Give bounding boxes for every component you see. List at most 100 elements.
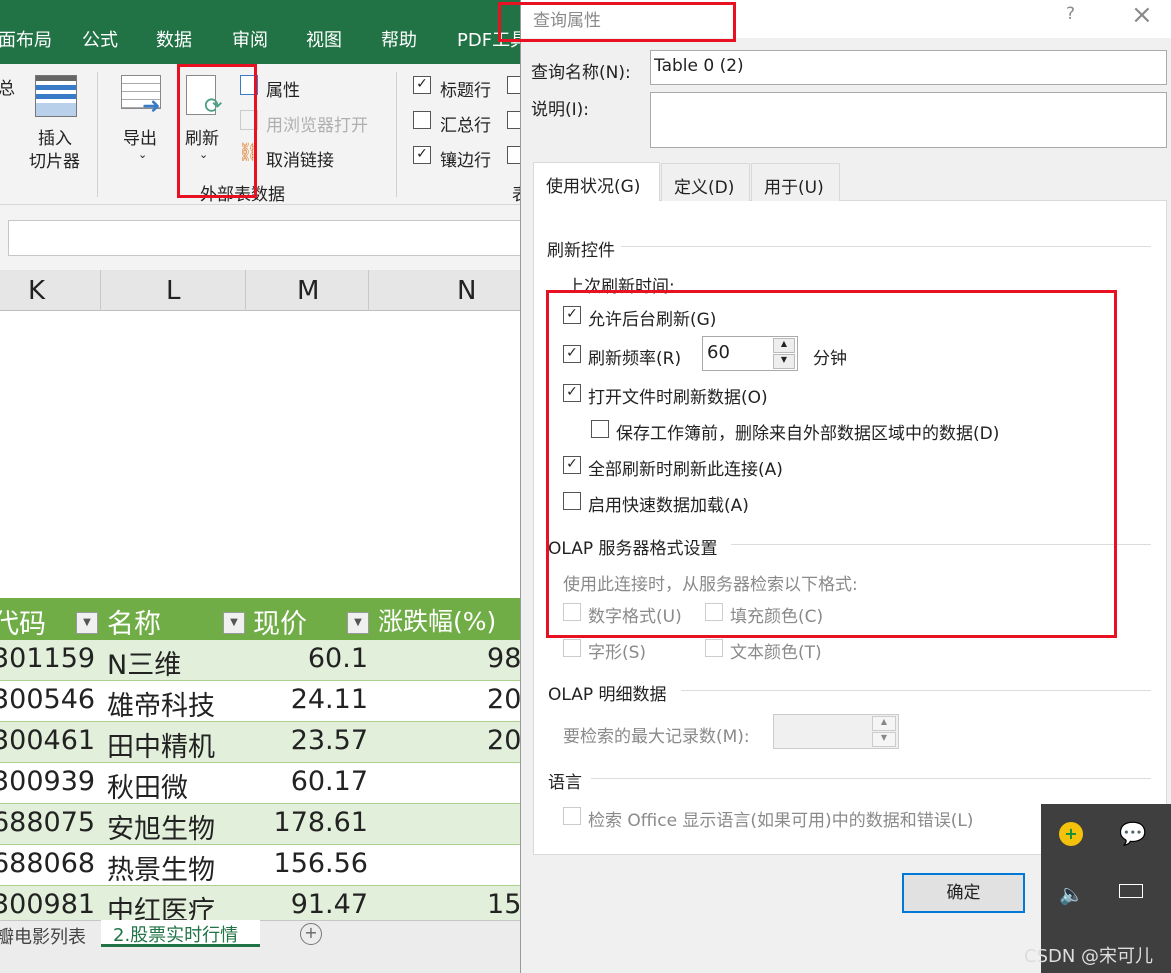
volume-icon[interactable]: 🔈 <box>1059 882 1084 906</box>
table-row[interactable]: 688075 安旭生物 178.61 <box>0 804 530 845</box>
export-arrow-icon: ➜ <box>142 94 161 119</box>
ribbon: 总 插入 切片器 ➜ 导出 ⌄ ⟳ 刷新 ⌄ 属性 用浏览器打开 ⛓ 取消链接 … <box>0 64 530 205</box>
open-browser-button[interactable]: 用浏览器打开 <box>266 111 368 136</box>
query-name-label: 查询名称(N): <box>531 63 631 83</box>
font-style-label: 字形(S) <box>588 643 647 663</box>
cell-name[interactable]: 雄帝科技 <box>107 684 215 723</box>
total-row-label: 汇总行 <box>440 116 491 136</box>
table-header: 代码 ▼ 名称 ▼ 现价 ▼ 涨跌幅(%) <box>0 598 530 640</box>
battery-icon[interactable] <box>1119 884 1143 898</box>
column-k[interactable]: K <box>28 276 45 306</box>
tab-definition[interactable]: 定义(D) <box>661 163 750 201</box>
ok-label: 确定 <box>946 883 981 903</box>
filter-dropdown-icon[interactable]: ▼ <box>223 612 245 634</box>
highlight-box-options <box>546 290 1117 638</box>
tab-label: 定义(D) <box>674 178 735 198</box>
cell-code[interactable]: 300981 <box>0 889 95 920</box>
table-row[interactable]: 300939 秋田微 60.17 <box>0 763 530 804</box>
description-label: 说明(I): <box>531 100 590 120</box>
highlight-box-title <box>498 2 736 42</box>
text-color-label: 文本颜色(T) <box>730 643 822 663</box>
slicer-icon[interactable] <box>35 75 77 117</box>
column-l[interactable]: L <box>166 276 181 306</box>
cell-code[interactable]: 300546 <box>0 684 95 715</box>
formula-bar[interactable] <box>8 220 528 256</box>
cell-code[interactable]: 300461 <box>0 725 95 756</box>
font-style-checkbox[interactable] <box>563 639 581 657</box>
sheet-tab-bar: 瓣电影列表 2.股票实时行情 + <box>0 920 530 973</box>
table-row[interactable]: 300546 雄帝科技 24.11 20. <box>0 681 530 722</box>
cell-price[interactable]: 24.11 <box>291 684 368 715</box>
banded-rows-label: 镶边行 <box>440 151 491 171</box>
filter-dropdown-icon[interactable]: ▼ <box>76 612 98 634</box>
tab-data[interactable]: 数据 <box>156 26 192 52</box>
tab-formulas[interactable]: 公式 <box>82 26 118 52</box>
cell-name[interactable]: 秋田微 <box>107 766 188 805</box>
summary-fragment: 总 <box>0 79 15 99</box>
tab-label: 用于(U) <box>764 178 824 198</box>
max-records-label: 要检索的最大记录数(M): <box>563 727 750 747</box>
cell-price[interactable]: 23.57 <box>291 725 368 756</box>
export-button[interactable]: 导出 <box>123 124 157 149</box>
ok-button[interactable]: 确定 <box>902 873 1025 913</box>
sheet-tab-label: 2.股票实时行情 <box>113 925 239 946</box>
cell-price[interactable]: 156.56 <box>274 848 368 879</box>
worksheet-area[interactable] <box>0 311 530 598</box>
column-headers: K L M N <box>0 270 530 311</box>
cell-price[interactable]: 60.1 <box>308 643 368 674</box>
cell-name[interactable]: 安旭生物 <box>107 807 215 846</box>
close-button[interactable]: × <box>1131 0 1153 30</box>
tab-usage[interactable]: 使用状况(G) <box>533 162 660 201</box>
header-row-label: 标题行 <box>440 81 491 101</box>
sheet-tab-movies[interactable]: 瓣电影列表 <box>0 923 86 949</box>
cell-code[interactable]: 688068 <box>0 848 95 879</box>
cell-name[interactable]: 田中精机 <box>107 725 215 764</box>
tab-view[interactable]: 视图 <box>306 26 342 52</box>
filter-dropdown-icon[interactable]: ▼ <box>347 612 369 634</box>
language-option-label: 检索 Office 显示语言(如果可用)中的数据和错误(L) <box>588 811 974 831</box>
refresh-control-group: 刷新控件 <box>547 241 615 261</box>
cell-code[interactable]: 301159 <box>0 643 95 674</box>
description-input[interactable] <box>650 92 1167 148</box>
table-row[interactable]: 300461 田中精机 23.57 20. <box>0 722 530 763</box>
table-row[interactable]: 688068 热景生物 156.56 <box>0 845 530 886</box>
highlight-box-refresh <box>177 64 257 198</box>
add-sheet-icon[interactable]: + <box>300 923 322 945</box>
sheet-tab-stocks[interactable]: 2.股票实时行情 <box>101 920 260 947</box>
olap-detail-group: OLAP 明细数据 <box>548 685 667 705</box>
chevron-down-icon[interactable]: ⌄ <box>138 148 147 161</box>
table-row[interactable]: 301159 N三维 60.1 98. <box>0 640 530 681</box>
ribbon-tab-bar: 面布局 公式 数据 审阅 视图 帮助 PDF工具 <box>0 0 530 64</box>
cell-name[interactable]: 热景生物 <box>107 848 215 887</box>
cell-code[interactable]: 300939 <box>0 766 95 797</box>
spin-down-icon[interactable]: ▼ <box>872 732 896 747</box>
tab-help[interactable]: 帮助 <box>381 26 417 52</box>
text-color-checkbox[interactable] <box>705 639 723 657</box>
header-change: 涨跌幅(%) <box>378 607 497 636</box>
language-checkbox[interactable] <box>563 807 581 825</box>
insert-slicer-label-1[interactable]: 插入 <box>38 124 72 149</box>
help-button[interactable]: ? <box>1066 4 1075 24</box>
unlink-button[interactable]: 取消链接 <box>266 146 334 171</box>
insert-slicer-label-2[interactable]: 切片器 <box>29 147 80 172</box>
cell-price[interactable]: 178.61 <box>274 807 368 838</box>
column-m[interactable]: M <box>297 276 319 306</box>
tab-page-layout[interactable]: 面布局 <box>0 26 52 52</box>
security-app-icon[interactable]: + <box>1059 822 1083 846</box>
query-name-value: Table 0 (2) <box>654 56 744 76</box>
language-group: 语言 <box>548 773 582 793</box>
query-name-input[interactable]: Table 0 (2) <box>650 50 1167 85</box>
tab-used-for[interactable]: 用于(U) <box>751 163 840 201</box>
cell-price[interactable]: 60.17 <box>291 766 368 797</box>
tab-review[interactable]: 审阅 <box>232 26 268 52</box>
cell-code[interactable]: 688075 <box>0 807 95 838</box>
spin-up-icon[interactable]: ▲ <box>872 716 896 731</box>
total-row-checkbox[interactable] <box>413 111 431 129</box>
cell-price[interactable]: 91.47 <box>291 889 368 920</box>
banded-rows-checkbox[interactable]: ✓ <box>413 146 431 164</box>
properties-button[interactable]: 属性 <box>266 76 300 101</box>
wechat-icon[interactable]: 💬 <box>1119 822 1146 847</box>
column-n[interactable]: N <box>457 276 476 306</box>
cell-name[interactable]: N三维 <box>107 643 181 682</box>
header-row-checkbox[interactable]: ✓ <box>413 76 431 94</box>
